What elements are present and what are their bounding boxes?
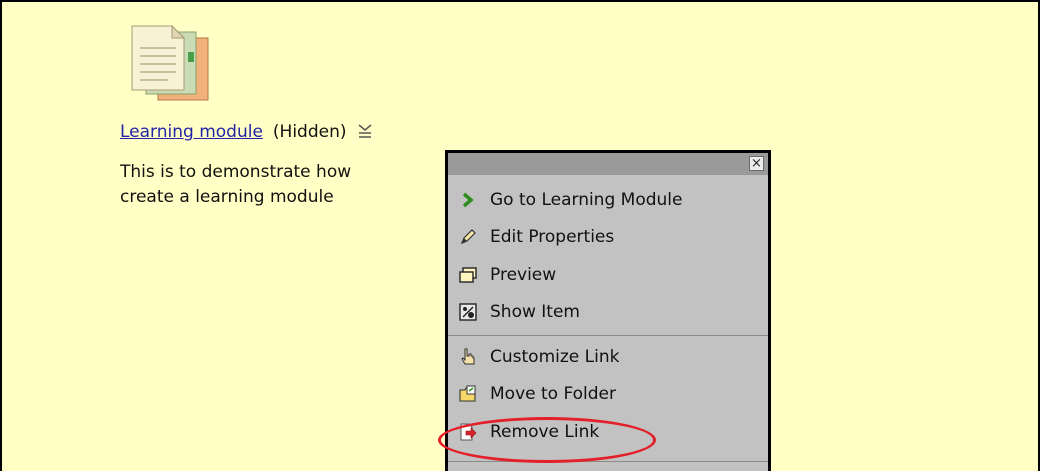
menu-item-label: Preview (490, 264, 557, 285)
menu-item-remove-link[interactable]: Remove Link (448, 413, 768, 451)
item-title-row: Learning module (Hidden) (120, 122, 373, 142)
document-stack-icon (131, 24, 209, 101)
content-frame: Learning module (Hidden) This is to demo… (0, 0, 1040, 471)
close-button[interactable]: × (749, 156, 764, 171)
hand-pointer-icon (461, 348, 475, 365)
menu-item-customize-link[interactable]: Customize Link (448, 338, 768, 376)
menu-item-preview[interactable]: Preview (448, 256, 768, 294)
remove-link-icon (460, 423, 477, 441)
menu-item-edit-properties[interactable]: Edit Properties (448, 219, 768, 257)
folder-move-icon (459, 385, 476, 402)
menu-item-move-to-folder[interactable]: Move to Folder (448, 376, 768, 414)
description-line: create a learning module (120, 187, 334, 207)
context-menu: × Go to Learning Module Edit Properties … (445, 150, 771, 471)
menu-item-show-item[interactable]: Show Item (448, 294, 768, 332)
show-item-icon (459, 303, 477, 321)
menu-item-label: Go to Learning Module (490, 189, 683, 210)
pencil-icon (460, 229, 476, 245)
menu-item-go-to-learning-module[interactable]: Go to Learning Module (448, 181, 768, 219)
menu-item-label: Show Item (490, 302, 580, 323)
menu-divider (448, 460, 768, 462)
preview-window-icon (459, 267, 477, 283)
menu-divider (448, 335, 768, 336)
green-arrow-icon (462, 192, 474, 208)
hidden-status-label: (Hidden) (272, 122, 347, 142)
menu-item-label: Edit Properties (490, 227, 615, 248)
item-description: This is to demonstrate how create a lear… (120, 160, 351, 210)
menu-item-label: Customize Link (490, 346, 620, 367)
description-line: This is to demonstrate how (120, 162, 352, 182)
menu-item-label: Move to Folder (490, 384, 616, 405)
context-menu-header: × (448, 153, 768, 175)
menu-chevron-icon[interactable] (357, 123, 373, 139)
learning-module-link[interactable]: Learning module (120, 122, 263, 142)
menu-item-label: Remove Link (490, 421, 600, 442)
